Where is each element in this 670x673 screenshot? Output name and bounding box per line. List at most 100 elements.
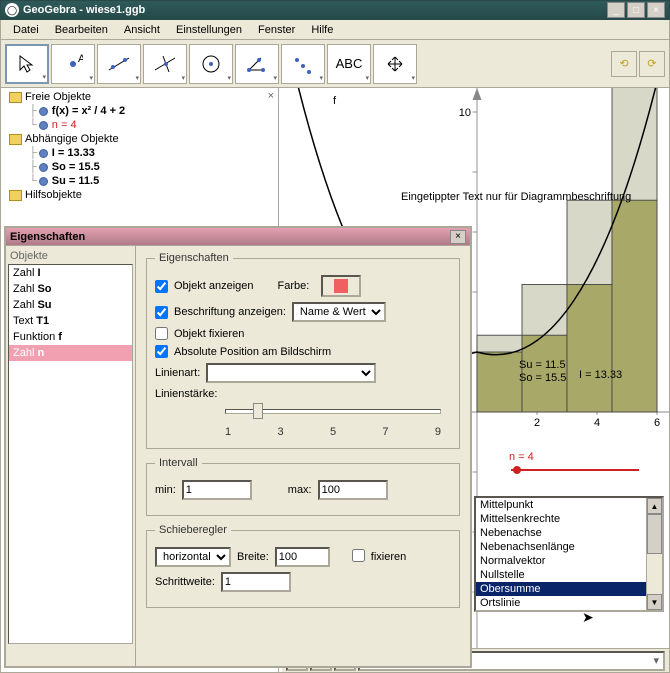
select-orientation[interactable]: horizontal xyxy=(155,547,231,567)
label-breite: Breite: xyxy=(237,551,269,563)
opt-normalvektor[interactable]: Normalvektor xyxy=(476,554,662,568)
menu-datei[interactable]: Datei xyxy=(5,22,47,38)
svg-text:6: 6 xyxy=(654,417,660,429)
obj-zahl-so[interactable]: Zahl So xyxy=(9,281,132,297)
scroll-down-icon[interactable]: ▼ xyxy=(647,594,662,610)
menubar: Datei Bearbeiten Ansicht Einstellungen F… xyxy=(0,20,670,40)
dialog-title: Eigenschaften xyxy=(10,231,85,243)
property-panel: Eigenschaften Objekt anzeigen Farbe: Bes… xyxy=(136,246,470,666)
tool-circle[interactable]: ▾ xyxy=(189,44,233,84)
label-schrittweite: Schrittweite: xyxy=(155,576,215,588)
label-linienstaerke: Linienstärke: xyxy=(155,388,217,400)
obj-text-t1[interactable]: Text T1 xyxy=(9,313,132,329)
opt-ortslinie[interactable]: Ortslinie xyxy=(476,596,662,610)
tree-free-objects[interactable]: Freie Objekte xyxy=(3,90,276,104)
app-icon: ◯ xyxy=(5,3,19,17)
tree-item-so[interactable]: ├So = 15.5 xyxy=(3,160,276,174)
slider-linienstaerke[interactable] xyxy=(225,404,441,426)
checkbox-fix-object[interactable] xyxy=(155,327,168,340)
window-buttons: _ □ × xyxy=(607,2,665,18)
minimize-button[interactable]: _ xyxy=(607,2,625,18)
fieldset-intervall: Intervall min: max: xyxy=(146,457,460,516)
command-popup[interactable]: Mittelpunkt Mittelsenkrechte Nebenachse … xyxy=(474,496,664,612)
checkbox-show-label[interactable] xyxy=(155,306,168,319)
close-button[interactable]: × xyxy=(647,2,665,18)
tool-text[interactable]: ABC▾ xyxy=(327,44,371,84)
obj-funktion-f[interactable]: Funktion f xyxy=(9,329,132,345)
tree-item-f[interactable]: ├f(x) = x² / 4 + 2 xyxy=(3,104,276,118)
menu-hilfe[interactable]: Hilfe xyxy=(303,22,341,38)
maximize-button[interactable]: □ xyxy=(627,2,645,18)
label-min: min: xyxy=(155,484,176,496)
tree-item-i[interactable]: ├I = 13.33 xyxy=(3,146,276,160)
tree-item-n[interactable]: └n = 4 xyxy=(3,118,276,132)
svg-text:I = 13.33: I = 13.33 xyxy=(579,369,622,381)
input-max[interactable] xyxy=(318,480,388,500)
tool-perpendicular[interactable]: ▾ xyxy=(143,44,187,84)
svg-text:A: A xyxy=(78,54,83,65)
label-show-label: Beschriftung anzeigen: xyxy=(174,306,286,318)
tool-point[interactable]: A▾ xyxy=(51,44,95,84)
svg-text:Su = 11.5: Su = 11.5 xyxy=(519,359,566,371)
close-pane-icon[interactable]: × xyxy=(268,90,274,102)
menu-bearbeiten[interactable]: Bearbeiten xyxy=(47,22,116,38)
tool-angle[interactable]: ▾ xyxy=(235,44,279,84)
svg-text:So = 15.5: So = 15.5 xyxy=(519,372,566,384)
tree-dep-objects[interactable]: Abhängige Objekte xyxy=(3,132,276,146)
input-min[interactable] xyxy=(182,480,252,500)
svg-text:10: 10 xyxy=(459,107,471,119)
object-list[interactable]: Zahl I Zahl So Zahl Su Text T1 Funktion … xyxy=(8,264,133,644)
menu-fenster[interactable]: Fenster xyxy=(250,22,303,38)
svg-text:n = 4: n = 4 xyxy=(509,451,534,463)
input-breite[interactable] xyxy=(275,547,330,567)
label-farbe: Farbe: xyxy=(278,280,310,292)
opt-mittelpunkt[interactable]: Mittelpunkt xyxy=(476,498,662,512)
opt-mittelsenkrechte[interactable]: Mittelsenkrechte xyxy=(476,512,662,526)
select-label-mode[interactable]: Name & Wert xyxy=(292,302,386,322)
opt-nebenachse[interactable]: Nebenachse xyxy=(476,526,662,540)
label-max: max: xyxy=(288,484,312,496)
menu-einstellungen[interactable]: Einstellungen xyxy=(168,22,250,38)
scroll-up-icon[interactable]: ▲ xyxy=(647,498,662,514)
slider-thumb[interactable] xyxy=(253,403,263,419)
window-title: GeoGebra - wiese1.ggb xyxy=(23,4,145,16)
tool-translate[interactable]: ▾ xyxy=(373,44,417,84)
opt-obersumme[interactable]: Obersumme xyxy=(476,582,662,596)
tree-item-su[interactable]: └Su = 11.5 xyxy=(3,174,276,188)
object-list-pane: Objekte Zahl I Zahl So Zahl Su Text T1 F… xyxy=(6,246,136,666)
color-swatch[interactable] xyxy=(321,275,361,297)
legend-eigenschaften: Eigenschaften xyxy=(155,252,233,264)
tool-line[interactable]: ▾ xyxy=(97,44,141,84)
checkbox-show-object[interactable] xyxy=(155,280,168,293)
obj-zahl-n[interactable]: Zahl n xyxy=(9,345,132,361)
objects-header: Objekte xyxy=(8,248,133,264)
svg-text:f: f xyxy=(333,95,337,107)
dialog-close-button[interactable]: × xyxy=(450,230,466,244)
properties-dialog: Eigenschaften × Objekte Zahl I Zahl So Z… xyxy=(4,226,472,668)
label-show-object: Objekt anzeigen xyxy=(174,280,254,292)
legend-schieberegler: Schieberegler xyxy=(155,524,231,536)
select-linienart[interactable] xyxy=(206,363,376,383)
opt-nullstelle[interactable]: Nullstelle xyxy=(476,568,662,582)
legend-intervall: Intervall xyxy=(155,457,202,469)
menu-ansicht[interactable]: Ansicht xyxy=(116,22,168,38)
tool-reflect[interactable]: ▾ xyxy=(281,44,325,84)
tool-move[interactable]: ▾ xyxy=(5,44,49,84)
obj-zahl-i[interactable]: Zahl I xyxy=(9,265,132,281)
checkbox-fixieren[interactable] xyxy=(352,549,365,562)
fieldset-schieberegler: Schieberegler horizontal Breite: fixiere… xyxy=(146,524,460,608)
input-schrittweite[interactable] xyxy=(221,572,291,592)
checkbox-abs-position[interactable] xyxy=(155,345,168,358)
dialog-titlebar[interactable]: Eigenschaften × xyxy=(6,228,470,246)
tree-aux-objects[interactable]: Hilfsobjekte xyxy=(3,188,276,202)
svg-text:2: 2 xyxy=(534,417,540,429)
popup-scrollbar[interactable]: ▲ ▼ xyxy=(646,498,662,610)
obj-zahl-su[interactable]: Zahl Su xyxy=(9,297,132,313)
svg-text:4: 4 xyxy=(594,417,600,429)
svg-text:Eingetippter Text nur für Diag: Eingetippter Text nur für Diagrammbeschr… xyxy=(401,191,631,203)
undo-button[interactable]: ⟲ xyxy=(611,51,637,77)
scroll-thumb[interactable] xyxy=(647,514,662,554)
toolbar: ▾ A▾ ▾ ▾ ▾ ▾ ▾ ABC▾ ▾ ⟲ ⟳ xyxy=(0,40,670,88)
redo-button[interactable]: ⟳ xyxy=(639,51,665,77)
opt-nebenachsenlaenge[interactable]: Nebenachsenlänge xyxy=(476,540,662,554)
